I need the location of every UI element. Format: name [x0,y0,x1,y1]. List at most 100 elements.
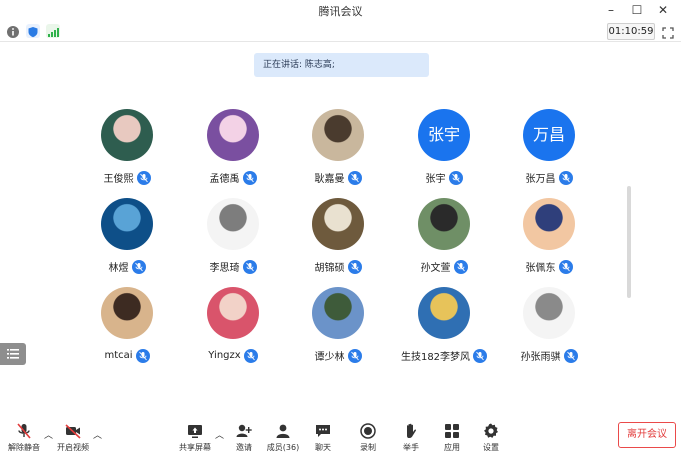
participant-name-row: 孙文萱 [394,256,494,274]
avatar [101,287,153,339]
participant-list-toggle[interactable] [0,343,26,365]
participant-name-row: 谭少林 [288,345,388,363]
participant-name: 张佩东 [525,263,556,274]
camera-off-icon [65,424,81,439]
participant-tile[interactable]: 王俊熙 [77,109,177,189]
mic-muted-icon [347,348,362,363]
mic-muted-icon [243,348,258,363]
participant-name-row: mtcai [77,345,177,363]
meeting-info-bar: 01:10:59 [0,21,681,42]
info-icon[interactable] [6,24,20,38]
start-video-button[interactable]: 开启视频 [54,422,92,454]
participant-name-row: 张万昌 [499,167,599,185]
participant-name-row: 李思琦 [183,256,283,274]
avatar [207,287,259,339]
participant-name: 胡锦硕 [314,263,345,274]
mic-muted-icon [347,259,362,274]
avatar [418,287,470,339]
participant-tile[interactable]: 李思琦 [183,198,283,278]
participant-name-row: 张佩东 [499,256,599,274]
raise-hand-icon [407,423,417,438]
participant-name-row: 孟德禹 [183,167,283,185]
participant-name: mtcai [104,350,133,361]
apps-button[interactable]: 应用 [440,422,464,454]
share-screen-icon [188,425,202,438]
participant-tile[interactable]: 孙文萱 [394,198,494,278]
avatar [418,198,470,250]
share-screen-button[interactable]: 共享屏幕 [178,422,212,454]
mic-muted-icon [136,170,151,185]
active-speaker-banner: 正在讲话: 陈志高; [254,53,429,77]
participant-tile[interactable]: 谭少林 [288,287,388,367]
settings-button[interactable]: 设置 [479,422,503,454]
leave-meeting-button[interactable]: 离开会议 [618,422,676,448]
minimize-button[interactable]: – [602,2,620,18]
record-button[interactable]: 录制 [356,422,380,454]
mic-muted-icon [448,170,463,185]
mic-muted-icon [242,170,257,185]
participant-name: Yingzx [208,350,241,361]
audio-options-chevron-icon[interactable]: ︿ [44,428,53,441]
avatar [207,198,259,250]
share-options-chevron-icon[interactable]: ︿ [215,428,224,441]
participant-name: 王俊熙 [103,174,134,185]
members-icon [276,424,290,438]
participant-name: 孟德禹 [209,174,240,185]
participant-name: 谭少林 [314,352,345,363]
participant-name: 林煜 [108,263,129,274]
fullscreen-icon[interactable] [662,24,674,39]
participant-tile[interactable]: 林煜 [77,198,177,278]
participant-name-row: 孙张雨骐 [499,345,599,363]
participant-tile[interactable]: 孟德禹 [183,109,283,189]
avatar [207,109,259,161]
unmute-button[interactable]: 解除静音 [6,422,42,454]
avatar: 万昌 [523,109,575,161]
record-icon [360,423,376,439]
participant-name: 生技182李梦风 [400,352,471,363]
mic-muted-icon [473,348,488,363]
participant-tile[interactable]: 万昌 张万昌 [499,109,599,189]
avatar [312,198,364,250]
participant-tile[interactable]: Yingzx [183,287,283,367]
mic-muted-icon [135,348,150,363]
maximize-button[interactable]: ☐ [628,2,646,18]
mic-muted-icon [17,423,31,439]
participant-name-row: 张宇 [394,167,494,185]
avatar: 张宇 [418,109,470,161]
participant-tile[interactable]: 张佩东 [499,198,599,278]
participant-name: 张宇 [425,174,446,185]
participant-tile[interactable]: 张宇 张宇 [394,109,494,189]
participant-tile[interactable]: 耿嘉曼 [288,109,388,189]
signal-strength-icon[interactable] [46,24,60,38]
avatar [101,198,153,250]
participant-tile[interactable]: 孙张雨骐 [499,287,599,367]
participant-tile[interactable]: 生技182李梦风 [394,287,494,367]
mic-muted-icon [563,348,578,363]
participant-tile[interactable]: 胡锦硕 [288,198,388,278]
chat-icon [316,425,330,437]
participant-name: 张万昌 [525,174,556,185]
close-button[interactable]: ✕ [654,2,672,18]
grid-scrollbar[interactable] [627,186,631,298]
gear-icon [484,423,498,438]
mic-muted-icon [453,259,468,274]
chat-button[interactable]: 聊天 [311,422,335,454]
video-options-chevron-icon[interactable]: ︿ [93,428,102,441]
participant-name-row: 耿嘉曼 [288,167,388,185]
avatar [523,198,575,250]
invite-button[interactable]: 邀请 [232,422,256,454]
participant-name-row: 生技182李梦风 [394,345,494,363]
raise-hand-button[interactable]: 举手 [399,422,423,454]
participant-name-row: 王俊熙 [77,167,177,185]
title-bar: 腾讯会议 – ☐ ✕ [0,0,681,20]
mic-muted-icon [558,259,573,274]
members-button[interactable]: 成员(36) [266,422,300,454]
avatar [312,287,364,339]
security-shield-icon[interactable] [26,24,40,38]
list-icon [7,349,19,359]
avatar [312,109,364,161]
participant-name: 李思琦 [209,263,240,274]
mic-muted-icon [347,170,362,185]
participant-name-row: 林煜 [77,256,177,274]
participant-tile[interactable]: mtcai [77,287,177,367]
